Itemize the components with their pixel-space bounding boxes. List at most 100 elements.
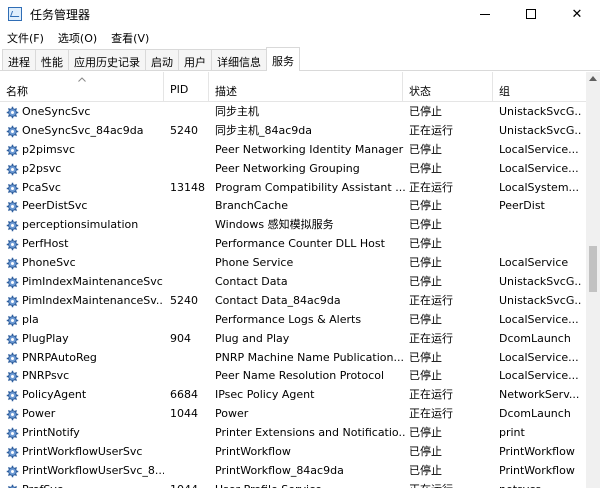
service-pid — [170, 350, 210, 366]
tab-performance[interactable]: 性能 — [35, 49, 69, 70]
table-row[interactable]: p2pimsvc Peer Networking Identity Manager… — [0, 140, 586, 159]
table-row[interactable]: ProfSvc 1044 User Profile Service 正在运行 netsv… — [0, 480, 586, 488]
service-status: 正在运行 — [409, 293, 453, 307]
service-description: User Profile Service — [215, 482, 405, 488]
vertical-scrollbar[interactable] — [586, 72, 600, 488]
column-header-group[interactable]: 组 — [493, 72, 586, 102]
service-pid: 5240 — [170, 293, 198, 307]
service-gear-icon — [6, 333, 19, 345]
table-row[interactable]: Power 1044 Power 正在运行 DcomLaunch — [0, 404, 586, 423]
service-status: 已停止 — [409, 312, 442, 326]
service-status: 已停止 — [409, 199, 442, 213]
table-row[interactable]: PNRPsvc Peer Name Resolution Protocol 已停止 L… — [0, 366, 586, 385]
table-row[interactable]: PerfHost Performance Counter DLL Host 已停止 — [0, 234, 586, 253]
maximize-button[interactable] — [508, 0, 554, 28]
close-button[interactable]: ✕ — [554, 0, 600, 28]
table-row[interactable]: p2psvc Peer Networking Grouping 已停止 LocalSe… — [0, 159, 586, 178]
table-row[interactable]: PeerDistSvc BranchCache 已停止 PeerDist — [0, 196, 586, 215]
service-status: 正在运行 — [409, 331, 453, 345]
service-name: PNRPsvc — [22, 369, 70, 383]
scroll-up-arrow-icon[interactable] — [589, 76, 597, 81]
task-manager-icon — [8, 7, 22, 21]
service-gear-icon — [6, 257, 19, 270]
service-pid — [170, 463, 210, 479]
service-group: netsvcs — [499, 482, 581, 488]
table-row[interactable]: perceptionsimulation Windows 感知模拟服务 已停止 — [0, 215, 586, 234]
service-group: NetworkServ... — [499, 388, 580, 402]
tab-processes[interactable]: 进程 — [2, 49, 36, 70]
service-description: Performance Counter DLL Host — [215, 237, 385, 251]
service-status: 已停止 — [409, 237, 442, 251]
service-name: p2pimsvc — [22, 142, 76, 156]
service-name: PcaSvc — [22, 180, 61, 194]
table-row[interactable]: PrintWorkflowUserSvc_8... PrintWorkflow_8… — [0, 461, 586, 480]
service-description: Plug and Play — [215, 331, 290, 345]
service-gear-icon — [6, 276, 19, 289]
service-group: LocalService... — [499, 142, 579, 156]
table-row[interactable]: PimIndexMaintenanceSvc Contact Data 已停止 Uni… — [0, 272, 586, 291]
window-title: 任务管理器 — [30, 8, 91, 22]
column-header-description[interactable]: 描述 — [209, 72, 403, 102]
service-name: PerfHost — [22, 237, 69, 251]
tab-details[interactable]: 详细信息 — [211, 49, 267, 70]
service-name: PrintWorkflowUserSvc_8... — [22, 463, 164, 477]
table-row[interactable]: PhoneSvc Phone Service 已停止 LocalService — [0, 253, 586, 272]
service-pid — [170, 274, 210, 290]
service-name: PimIndexMaintenanceSvc — [22, 275, 163, 289]
service-description: PrintWorkflow_84ac9da — [215, 463, 344, 477]
tab-startup[interactable]: 启动 — [145, 49, 179, 70]
table-row[interactable]: PlugPlay 904 Plug and Play 正在运行 DcomLaunch — [0, 329, 586, 348]
menu-file[interactable]: 文件(F) — [0, 28, 51, 47]
service-name: PimIndexMaintenanceSv... — [22, 293, 164, 307]
service-description: Contact Data — [215, 275, 288, 289]
service-group — [499, 236, 581, 252]
minimize-button[interactable] — [462, 0, 508, 28]
service-group — [499, 217, 581, 233]
scroll-thumb[interactable] — [589, 246, 597, 293]
maximize-icon — [526, 9, 536, 19]
service-status: 正在运行 — [409, 123, 453, 137]
service-status: 已停止 — [409, 218, 442, 232]
service-group: PrintWorkflow — [499, 445, 575, 459]
service-group: LocalService... — [499, 350, 579, 364]
tab-services[interactable]: 服务 — [266, 47, 300, 71]
service-status: 已停止 — [409, 256, 442, 270]
column-header-pid[interactable]: PID — [164, 72, 209, 102]
service-gear-icon — [6, 390, 19, 402]
table-row[interactable]: PrintNotify Printer Extensions and Notifi… — [0, 423, 586, 442]
table-row[interactable]: OneSyncSvc 同步主机 已停止 UnistackSvcG... — [0, 102, 586, 121]
tab-app-history[interactable]: 应用历史记录 — [68, 49, 146, 70]
column-header-name[interactable]: 名称 — [0, 72, 164, 102]
service-pid — [170, 444, 210, 460]
table-row[interactable]: OneSyncSvc_84ac9da 5240 同步主机_84ac9da 正在运行 Un… — [0, 121, 586, 140]
table-row[interactable]: PolicyAgent 6684 IPsec Policy Agent 正在运行 Net… — [0, 385, 586, 404]
minimize-icon — [480, 13, 490, 15]
service-status: 已停止 — [409, 426, 442, 440]
table-header: 名称 PID 描述 状态 组 — [0, 72, 586, 102]
service-group: UnistackSvcG... — [499, 123, 581, 137]
service-pid: 5240 — [170, 123, 198, 137]
service-pid — [170, 217, 210, 233]
service-group: DcomLaunch — [499, 407, 571, 421]
service-name: PhoneSvc — [22, 256, 76, 270]
service-name: perceptionsimulation — [22, 218, 139, 232]
service-description: PrintWorkflow — [215, 445, 291, 459]
service-description: Windows 感知模拟服务 — [215, 218, 334, 232]
table-row[interactable]: PimIndexMaintenanceSv... 5240 Contact Data… — [0, 291, 586, 310]
service-description: PNRP Machine Name Publication... — [215, 350, 404, 364]
service-status: 已停止 — [409, 142, 442, 156]
menu-view[interactable]: 查看(V) — [104, 28, 156, 47]
table-row[interactable]: PrintWorkflowUserSvc PrintWorkflow 已停止 Prin… — [0, 442, 586, 461]
table-row[interactable]: pla Performance Logs & Alerts 已停止 LocalServ… — [0, 310, 586, 329]
tab-users[interactable]: 用户 — [178, 49, 212, 70]
table-row[interactable]: PNRPAutoReg PNRP Machine Name Publication… — [0, 348, 586, 367]
title-bar[interactable]: 任务管理器 ✕ — [0, 0, 600, 28]
service-description: Performance Logs & Alerts — [215, 312, 362, 326]
table-row[interactable]: PcaSvc 13148 Program Compatibility Assista… — [0, 178, 586, 197]
column-header-status[interactable]: 状态 — [403, 72, 493, 102]
service-description: Peer Networking Identity Manager — [215, 142, 404, 156]
service-gear-icon — [6, 408, 19, 421]
service-pid: 904 — [170, 331, 191, 345]
menu-options[interactable]: 选项(O) — [51, 28, 104, 47]
service-name: PeerDistSvc — [22, 199, 88, 213]
